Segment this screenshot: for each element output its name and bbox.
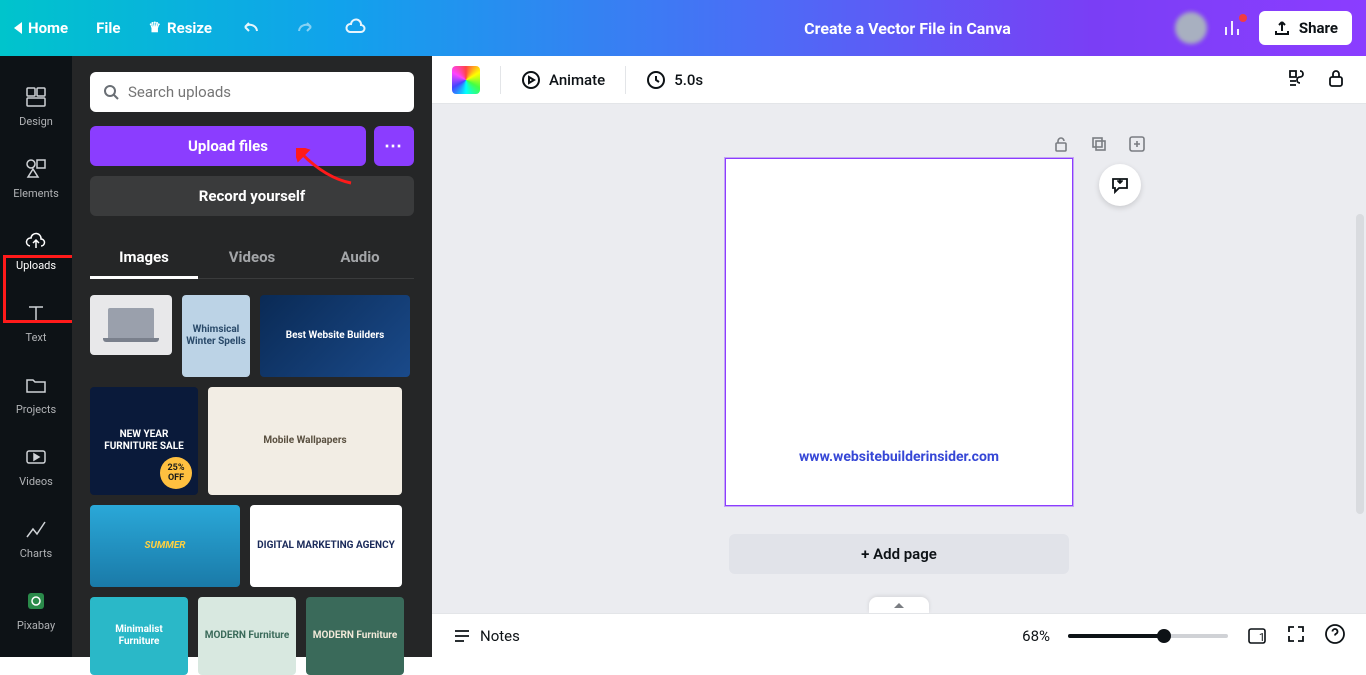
animate-button[interactable]: Animate [521,70,605,90]
undo-button[interactable] [240,16,264,40]
search-icon [102,83,120,101]
rail-videos[interactable]: Videos [0,430,72,502]
search-uploads[interactable] [90,72,414,112]
home-button[interactable]: Home [14,19,68,37]
color-picker[interactable] [452,66,480,94]
upload-more-button[interactable]: ⋯ [374,126,414,166]
lock-button[interactable] [1326,67,1346,93]
rail-pixabay[interactable]: Pixabay [0,574,72,646]
redo-button[interactable] [292,16,316,40]
help-button[interactable] [1324,623,1346,649]
share-button[interactable]: Share [1259,11,1352,45]
tab-videos[interactable]: Videos [198,238,306,278]
duration-button[interactable]: 5.0s [646,70,703,90]
upload-thumb[interactable] [90,295,172,355]
tab-audio[interactable]: Audio [306,238,414,278]
upload-thumb[interactable]: MODERN Furniture [198,597,296,675]
upload-thumb[interactable]: DIGITAL MARKETING AGENCY [250,505,402,587]
resize-menu[interactable]: ♛ Resize [148,19,212,37]
chevron-left-icon [14,22,22,34]
canvas-scrollbar[interactable] [1356,214,1364,514]
upload-thumb[interactable]: MODERN Furniture [306,597,404,675]
upload-thumb[interactable]: Mobile Wallpapers [208,387,402,495]
file-menu[interactable]: File [96,19,120,37]
cloud-sync-icon[interactable] [344,16,368,40]
page-comment-button[interactable] [1099,164,1141,206]
upload-thumb[interactable]: Whimsical Winter Spells [182,295,250,377]
page-text: www.websitebuilderinsider.com [726,449,1072,465]
zoom-slider[interactable] [1068,634,1228,638]
record-yourself-button[interactable]: Record yourself [90,176,414,216]
styles-button[interactable] [1286,67,1308,93]
upload-thumb[interactable]: NEW YEAR FURNITURE SALE25% OFF [90,387,198,495]
timeline-expand-handle[interactable] [869,597,929,613]
rail-charts[interactable]: Charts [0,502,72,574]
search-input[interactable] [128,83,402,101]
rail-text[interactable]: Text [0,286,72,358]
upload-thumb[interactable]: Minimalist Furniture [90,597,188,675]
crown-icon: ♛ [148,20,161,36]
page-indicator[interactable]: 1 [1246,625,1268,647]
tab-images[interactable]: Images [90,238,198,279]
upload-thumb[interactable]: SUMMER [90,505,240,587]
upload-files-button[interactable]: Upload files [90,126,366,166]
rail-projects[interactable]: Projects [0,358,72,430]
rail-design[interactable]: Design [0,70,72,142]
document-title[interactable]: Create a Vector File in Canva [804,19,1011,38]
zoom-label: 68% [1022,627,1050,645]
avatar[interactable] [1175,12,1207,44]
page-duplicate[interactable] [1087,132,1111,156]
home-label: Home [28,19,68,37]
insights-button[interactable] [1221,16,1245,40]
canvas-page[interactable]: www.websitebuilderinsider.com [725,158,1073,506]
fullscreen-button[interactable] [1286,624,1306,648]
notes-button[interactable]: Notes [452,626,520,646]
upload-thumb[interactable]: Best Website Builders [260,295,410,377]
rail-uploads[interactable]: Uploads [0,214,72,286]
add-page-button[interactable]: + Add page [729,534,1069,574]
rail-elements[interactable]: Elements [0,142,72,214]
page-lock[interactable] [1049,132,1073,156]
page-add[interactable] [1125,132,1149,156]
